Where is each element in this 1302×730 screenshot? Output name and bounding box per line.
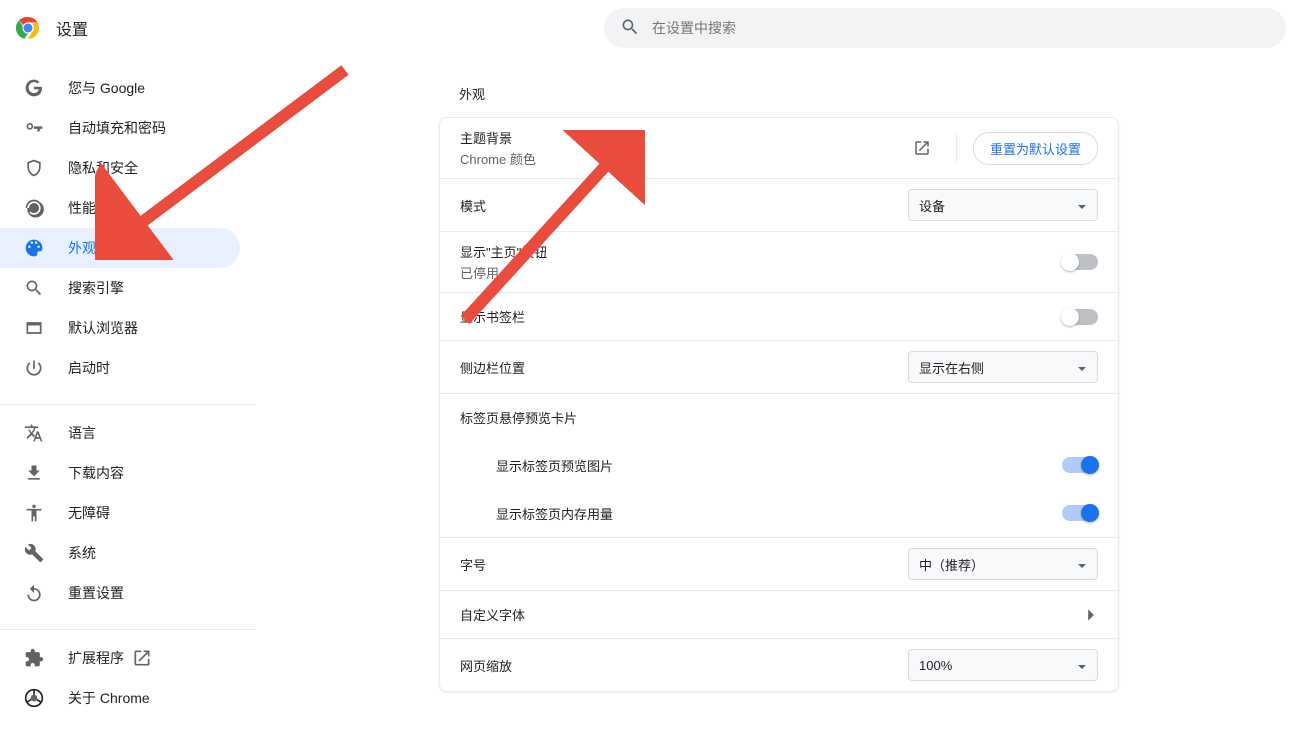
sidebar-item-system[interactable]: 系统 [0,533,240,573]
tab-memory-label: 显示标签页内存用量 [496,504,1062,523]
sidebar-item-appearance[interactable]: 外观 [0,228,240,268]
page-title: 设置 [56,16,88,40]
tab-preview-images-label: 显示标签页预览图片 [496,456,1062,475]
chrome-logo-icon [16,16,40,40]
tab-preview-images-toggle[interactable] [1062,457,1098,473]
appearance-card: 主题背景 Chrome 颜色 重置为默认设置 模式 [439,117,1119,692]
nav-label: 隐私和安全 [68,158,138,178]
row-custom-fonts[interactable]: 自定义字体 [440,590,1118,638]
sidebar-item-extensions[interactable]: 扩展程序 [0,638,240,678]
bookmarks-bar-toggle[interactable] [1062,309,1098,325]
font-size-label: 字号 [460,555,908,574]
sidebar: 您与 Google 自动填充和密码隐私和安全性能外观搜索引擎默认浏览器启动时 语言… [0,56,256,730]
row-tab-memory: 显示标签页内存用量 [440,489,1118,537]
sidebar-item-you-and-google[interactable]: 您与 Google [0,68,240,108]
sidebar-item-about[interactable]: 关于 Chrome [0,678,240,718]
row-home-button: 显示"主页"按钮 已停用 [440,231,1118,292]
sidebar-item-default-browser[interactable]: 默认浏览器 [0,308,240,348]
speed-icon [24,198,44,218]
appearance-icon [24,238,44,258]
tab-hover-label: 标签页悬停预览卡片 [460,408,1098,427]
chrome-icon [24,688,44,708]
power-icon [24,358,44,378]
nav-label: 系统 [68,543,96,563]
reset-theme-button[interactable]: 重置为默认设置 [973,132,1098,165]
nav-label: 启动时 [68,358,110,378]
sidebar-item-on-startup[interactable]: 启动时 [0,348,240,388]
sidebar-item-autofill[interactable]: 自动填充和密码 [0,108,240,148]
row-tab-hover: 标签页悬停预览卡片 [440,393,1118,441]
browser-icon [24,318,44,338]
nav-label: 关于 Chrome [68,688,150,708]
row-theme: 主题背景 Chrome 颜色 重置为默认设置 [440,118,1118,178]
download-icon [24,463,44,483]
shield-icon [24,158,44,178]
tab-memory-toggle[interactable] [1062,505,1098,521]
sidebar-item-reset[interactable]: 重置设置 [0,573,240,613]
search-icon [620,17,652,40]
sidebar-item-privacy[interactable]: 隐私和安全 [0,148,240,188]
page-zoom-label: 网页缩放 [460,656,908,675]
chevron-right-icon [1084,608,1098,622]
chevron-down-icon [1077,362,1087,372]
nav-label: 语言 [68,423,96,443]
sidebar-item-accessibility[interactable]: 无障碍 [0,493,240,533]
nav-label: 重置设置 [68,583,124,603]
key-icon [24,118,44,138]
reset-icon [24,583,44,603]
external-link-icon [132,648,152,668]
font-size-select[interactable]: 中（推荐） [908,548,1098,580]
search-settings-box[interactable] [604,8,1286,48]
row-mode: 模式 设备 [440,178,1118,231]
mode-select[interactable]: 设备 [908,189,1098,221]
nav-label: 默认浏览器 [68,318,138,338]
open-theme-external-button[interactable] [904,130,940,166]
chevron-down-icon [1077,200,1087,210]
nav-label: 性能 [68,198,96,218]
nav-label: 无障碍 [68,503,110,523]
home-button-toggle[interactable] [1062,254,1098,270]
google-icon [24,78,44,98]
system-icon [24,543,44,563]
mode-label: 模式 [460,196,908,215]
nav-label: 扩展程序 [68,648,124,668]
sidebar-item-language[interactable]: 语言 [0,413,240,453]
nav-label: 外观 [68,238,96,258]
language-icon [24,423,44,443]
page-zoom-select[interactable]: 100% [908,649,1098,681]
row-side-panel: 侧边栏位置 显示在右侧 [440,340,1118,393]
sidebar-divider [0,629,256,630]
search-input[interactable] [652,20,1270,36]
nav-label: 搜索引擎 [68,278,124,298]
row-page-zoom: 网页缩放 100% [440,638,1118,691]
search-icon [24,278,44,298]
sidebar-item-performance[interactable]: 性能 [0,188,240,228]
row-bookmarks-bar: 显示书签栏 [440,292,1118,340]
side-panel-select[interactable]: 显示在右侧 [908,351,1098,383]
accessibility-icon [24,503,44,523]
sidebar-divider [0,404,256,405]
theme-label: 主题背景 [460,128,904,147]
sidebar-item-search-engine[interactable]: 搜索引擎 [0,268,240,308]
section-title-appearance: 外观 [459,84,1119,103]
bookmarks-bar-label: 显示书签栏 [460,307,1062,326]
home-button-label: 显示"主页"按钮 [460,242,1062,261]
sidebar-item-downloads[interactable]: 下载内容 [0,453,240,493]
chevron-down-icon [1077,559,1087,569]
custom-fonts-label: 自定义字体 [460,605,1084,624]
extensions-icon [24,648,44,668]
chevron-down-icon [1077,660,1087,670]
nav-label: 自动填充和密码 [68,118,166,138]
home-button-sublabel: 已停用 [460,263,1062,282]
nav-label: 您与 Google [68,78,145,98]
row-font-size: 字号 中（推荐） [440,537,1118,590]
theme-sublabel: Chrome 颜色 [460,149,904,168]
nav-label: 下载内容 [68,463,124,483]
side-panel-label: 侧边栏位置 [460,358,908,377]
row-tab-preview-images: 显示标签页预览图片 [440,441,1118,489]
